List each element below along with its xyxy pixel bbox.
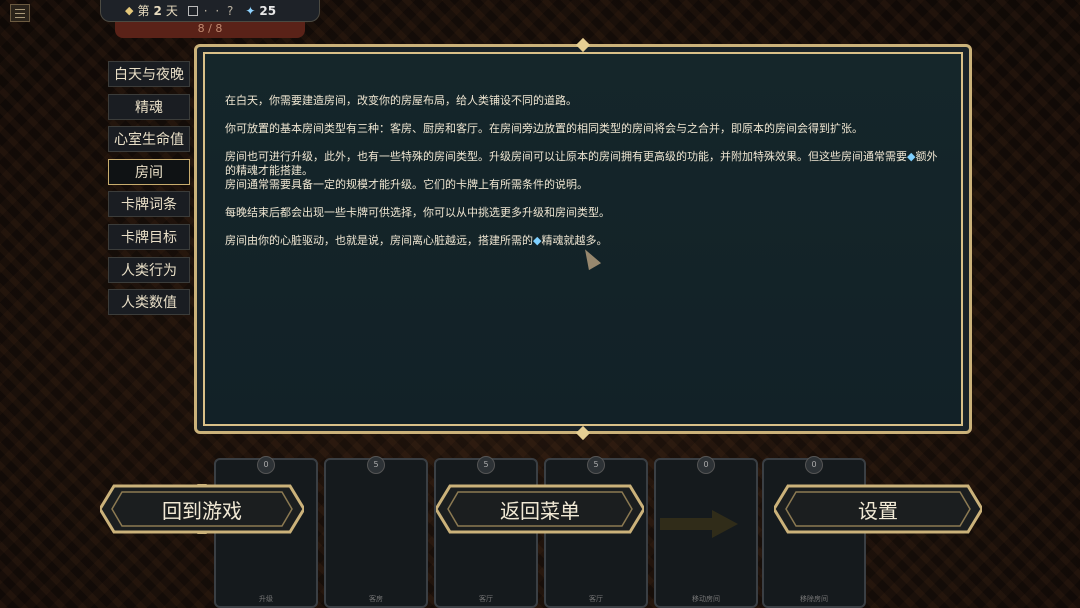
card: 5 客房 <box>324 456 428 608</box>
help-panel: 在白天，你需要建造房间，改变你的房屋布局，给人类铺设不同的道路。 你可放置的基本… <box>194 37 972 441</box>
help-panel-inner: 在白天，你需要建造房间，改变你的房屋布局，给人类铺设不同的道路。 你可放置的基本… <box>203 52 963 426</box>
card-cost: 5 <box>477 456 495 474</box>
card-cost: 0 <box>257 456 275 474</box>
tab-label: 心室生命值 <box>114 132 184 149</box>
paragraph: 在白天，你需要建造房间，改变你的房屋布局，给人类铺设不同的道路。 <box>225 94 577 107</box>
tab-label: 卡牌词条 <box>121 197 177 214</box>
tab-rooms[interactable]: 房间 <box>108 158 190 185</box>
paragraph: 房间由你的心脏驱动，也就是说，房间离心脏越远，搭建所需的◆精魂就越多。 <box>225 234 945 248</box>
tab-day-night[interactable]: 白天与夜晚 <box>108 61 190 87</box>
tab-label: 房间 <box>135 164 163 181</box>
tab-card-targets[interactable]: 卡牌目标 <box>108 223 190 250</box>
hamburger-menu-button[interactable] <box>10 4 30 22</box>
card-cost: 0 <box>697 456 715 474</box>
menu-line <box>15 13 25 14</box>
button-label: 回到游戏 <box>162 498 242 523</box>
card-name: 移除房间 <box>800 595 828 603</box>
paragraph: 每晚结束后都会出现一些卡牌可供选择，你可以从中挑选更多升级和房间类型。 <box>225 206 610 219</box>
button-label: 返回菜单 <box>500 498 580 523</box>
day-label: 第 <box>137 4 150 18</box>
tab-human-stats[interactable]: 人类数值 <box>108 289 190 316</box>
sun-diamond-icon: ◆ <box>125 4 134 17</box>
card-name: 客厅 <box>479 595 493 603</box>
card-cost: 5 <box>587 456 605 474</box>
button-label: 设置 <box>858 498 898 523</box>
menu-line <box>15 17 25 18</box>
tab-label: 人类数值 <box>121 295 177 312</box>
room-indicator: · · ? <box>187 3 236 18</box>
tab-label: 卡牌目标 <box>121 229 177 246</box>
arrow-right-icon <box>660 510 738 538</box>
paragraph: 房间也可进行升级，此外，也有一些特殊的房间类型。升级房间可以让原本的房间拥有更高… <box>225 150 945 178</box>
help-text: 在白天，你需要建造房间，改变你的房屋布局，给人类铺设不同的道路。 你可放置的基本… <box>225 94 945 262</box>
card-name: 移动房间 <box>692 595 720 603</box>
back-to-menu-button[interactable]: 返回菜单 <box>436 484 644 534</box>
status-bar: ◆ 第 2 天 · · ? ✦ 25 <box>100 0 320 22</box>
paragraph-text: 房间也可进行升级，此外，也有一些特殊的房间类型。升级房间可以让原本的房间拥有更高… <box>225 150 907 163</box>
back-to-game-button[interactable]: 回到游戏 <box>100 484 304 534</box>
day-number: 2 <box>153 3 162 18</box>
room-square-icon <box>187 6 198 16</box>
progress-strip: 8 / 8 <box>115 22 305 38</box>
progress-text: 8 / 8 <box>197 22 223 35</box>
day-counter: ◆ 第 2 天 <box>125 2 178 19</box>
tab-card-keywords[interactable]: 卡牌词条 <box>108 191 190 218</box>
tab-essence[interactable]: 精魂 <box>108 93 190 120</box>
paragraph-text: 精魂就越多。 <box>541 234 608 247</box>
essence-gem-icon: ✦ <box>245 3 256 18</box>
essence-counter: ✦ 25 <box>245 4 276 18</box>
settings-button[interactable]: 设置 <box>774 484 982 534</box>
card-cost: 0 <box>805 456 823 474</box>
paragraph: 你可放置的基本房间类型有三种：客房、厨房和客厅。在房间旁边放置的相同类型的房间将… <box>225 122 863 135</box>
tab-human-behavior[interactable]: 人类行为 <box>108 256 190 283</box>
card-name: 升级 <box>259 595 273 603</box>
paragraph: 房间通常需要具备一定的规模才能升级。它们的卡牌上有所需条件的说明。 <box>225 178 588 191</box>
card-name: 客房 <box>369 595 383 603</box>
card-name: 客厅 <box>589 595 603 603</box>
tab-label: 白天与夜晚 <box>114 67 184 83</box>
day-unit: 天 <box>165 4 178 18</box>
essence-value: 25 <box>259 3 277 18</box>
room-dots: · · <box>203 3 222 18</box>
card-cost: 5 <box>367 456 385 474</box>
paragraph-text: 房间由你的心脏驱动，也就是说，房间离心脏越远，搭建所需的 <box>225 234 533 247</box>
tab-label: 精魂 <box>135 99 163 116</box>
help-topic-tabs: 白天与夜晚 精魂 心室生命值 房间 卡牌词条 卡牌目标 人类行为 人类数值 <box>108 61 192 322</box>
tab-heart-hp[interactable]: 心室生命值 <box>108 126 190 153</box>
unknown-marker: ? <box>226 3 236 18</box>
tab-label: 人类行为 <box>121 262 177 279</box>
menu-line <box>15 9 25 10</box>
